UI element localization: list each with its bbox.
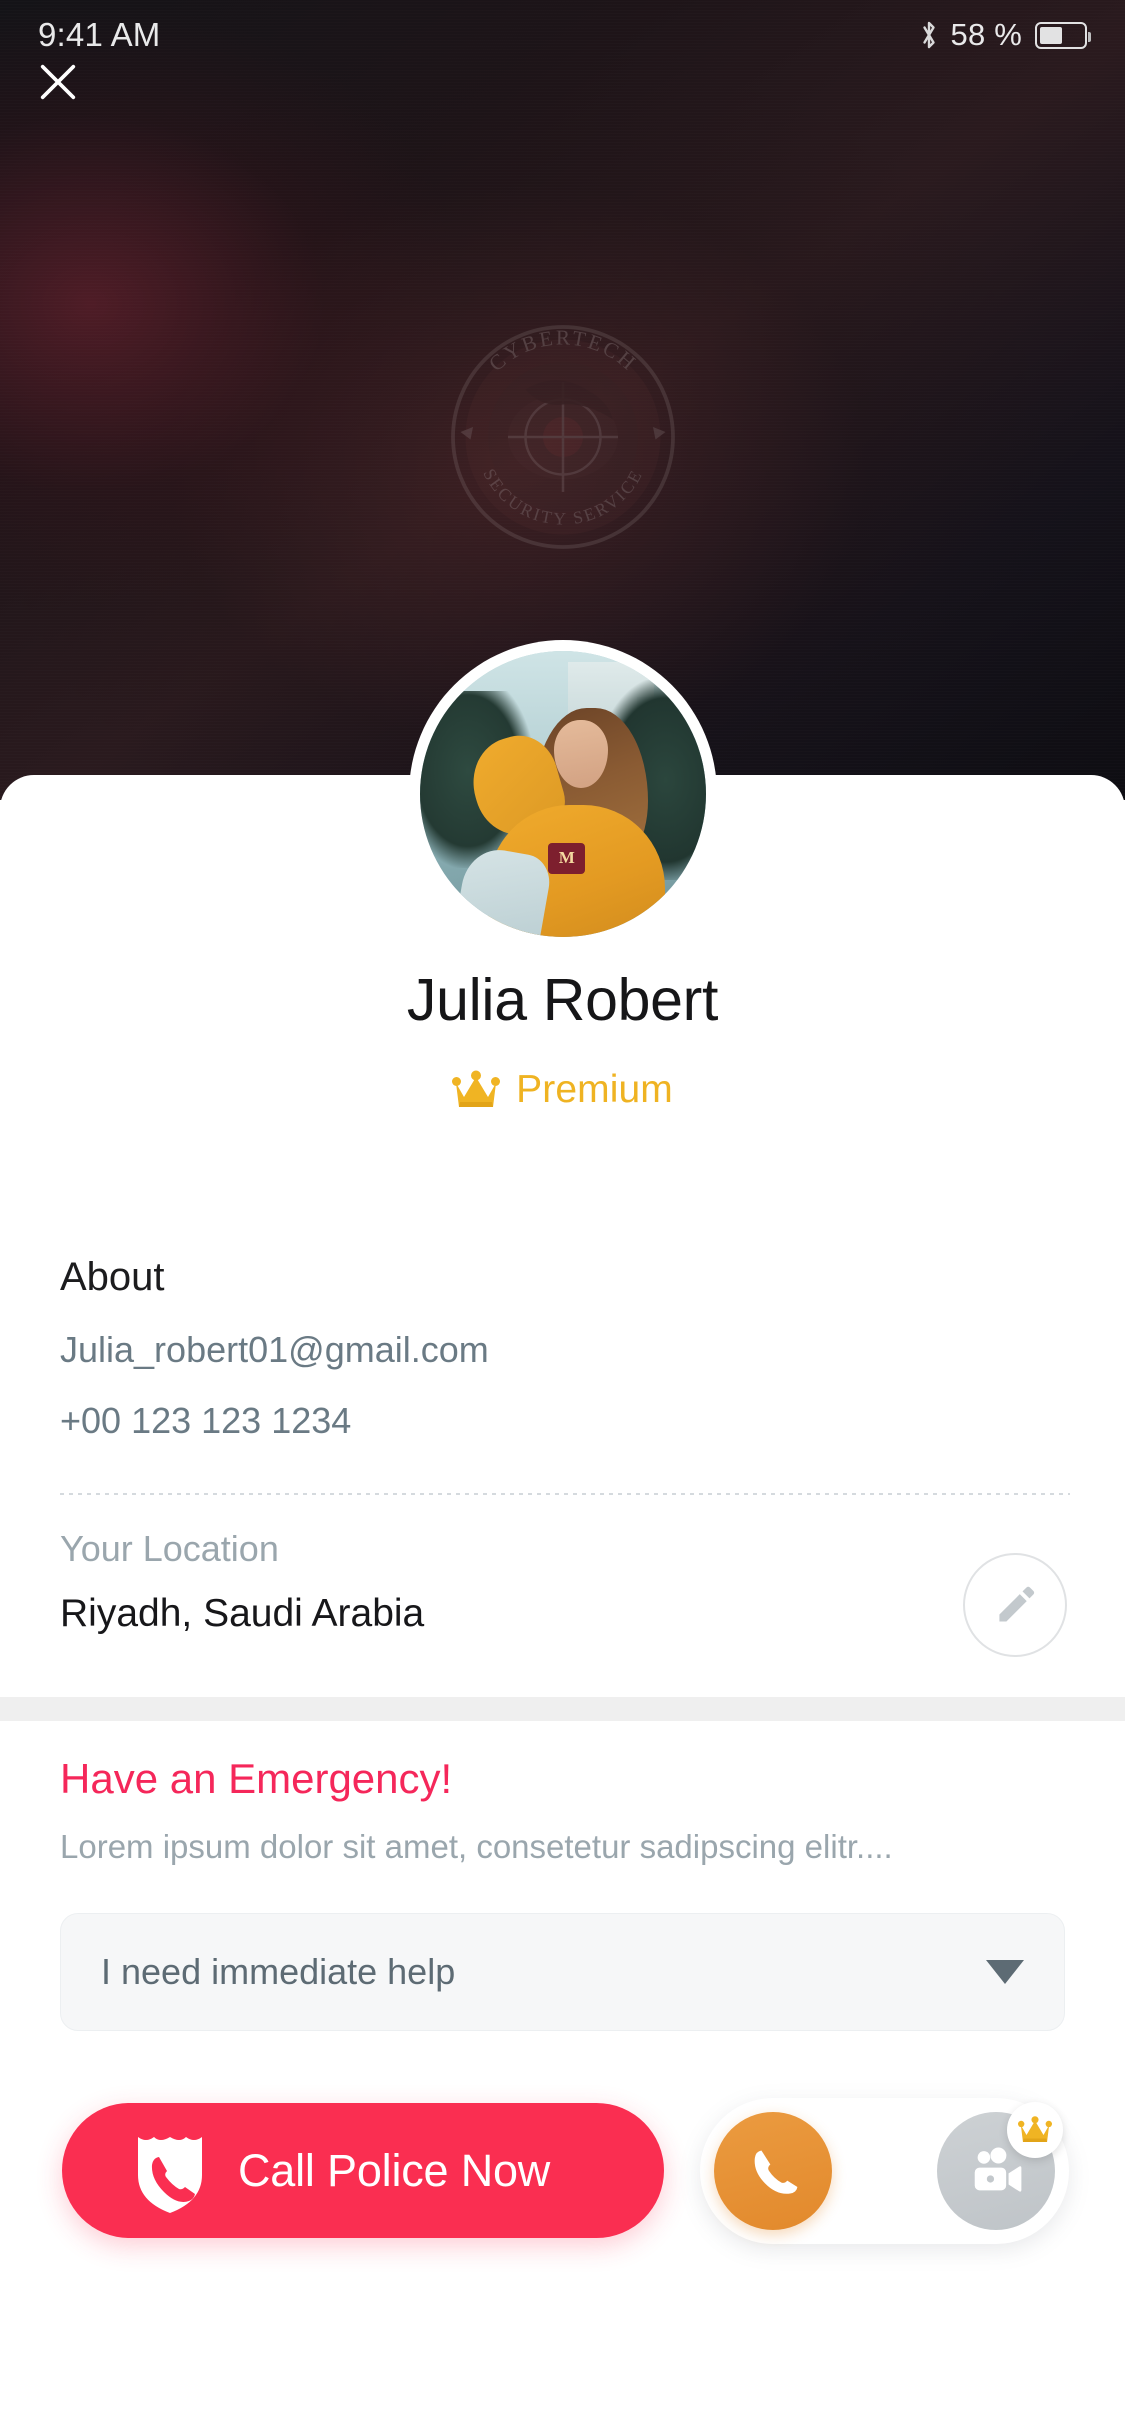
avatar-sweater-patch: M (548, 842, 586, 875)
emergency-type-dropdown[interactable]: I need immediate help (60, 1913, 1065, 2031)
section-separator (0, 1697, 1125, 1721)
location-section: Your Location Riyadh, Saudi Arabia (60, 1528, 940, 1636)
avatar-image: M (419, 651, 706, 937)
dropdown-selected-value: I need immediate help (101, 1951, 456, 1992)
location-value: Riyadh, Saudi Arabia (60, 1592, 425, 1635)
emergency-section: Have an Emergency! Lorem ipsum dolor sit… (60, 1755, 1070, 1866)
video-call-button[interactable] (937, 2102, 1063, 2230)
emergency-title: Have an Emergency! (60, 1755, 453, 1802)
quick-actions-pill (700, 2098, 1069, 2244)
voice-call-button[interactable] (714, 2112, 832, 2230)
app-screen: CYBERTECH SECURITY SERVICE 9:41 AM 58 % (0, 0, 1125, 2436)
close-icon (40, 64, 76, 100)
emergency-description: Lorem ipsum dolor sit amet, consetetur s… (60, 1828, 893, 1865)
profile-name: Julia Robert (406, 967, 719, 1033)
crown-icon (452, 1070, 501, 1107)
close-button[interactable] (30, 54, 86, 110)
location-label: Your Location (60, 1528, 279, 1569)
status-bar-indicators: 58 % (920, 17, 1091, 53)
status-bar-time: 9:41 AM (38, 16, 161, 53)
about-title: About (60, 1255, 165, 1299)
about-email: Julia_robert01@gmail.com (60, 1329, 489, 1370)
call-police-button[interactable]: Call Police Now (62, 2103, 664, 2238)
crown-icon (1018, 2116, 1052, 2143)
phone-icon (754, 2150, 798, 2194)
membership-badge: Premium (0, 1068, 1125, 1112)
cybertech-watermark-logo: CYBERTECH SECURITY SERVICE (438, 312, 688, 562)
battery-icon (1035, 21, 1091, 49)
battery-percent-label: 58 % (950, 17, 1022, 52)
call-police-label: Call Police Now (238, 2144, 551, 2196)
edit-location-button[interactable] (963, 1553, 1067, 1657)
about-section: About Julia_robert01@gmail.com +00 123 1… (60, 1255, 1070, 1474)
bluetooth-icon (922, 21, 935, 49)
membership-label: Premium (516, 1068, 673, 1111)
avatar[interactable]: M (408, 640, 717, 948)
about-phone: +00 123 123 1234 (60, 1400, 352, 1441)
pencil-icon (999, 1586, 1035, 1622)
premium-locked-badge (1007, 2102, 1063, 2158)
police-badge-phone-icon (138, 2136, 202, 2213)
status-bar: 9:41 AM 58 % (0, 0, 1125, 70)
battery-level-fill (1039, 26, 1062, 44)
about-divider (60, 1493, 1070, 1495)
chevron-down-icon (986, 1960, 1024, 1984)
